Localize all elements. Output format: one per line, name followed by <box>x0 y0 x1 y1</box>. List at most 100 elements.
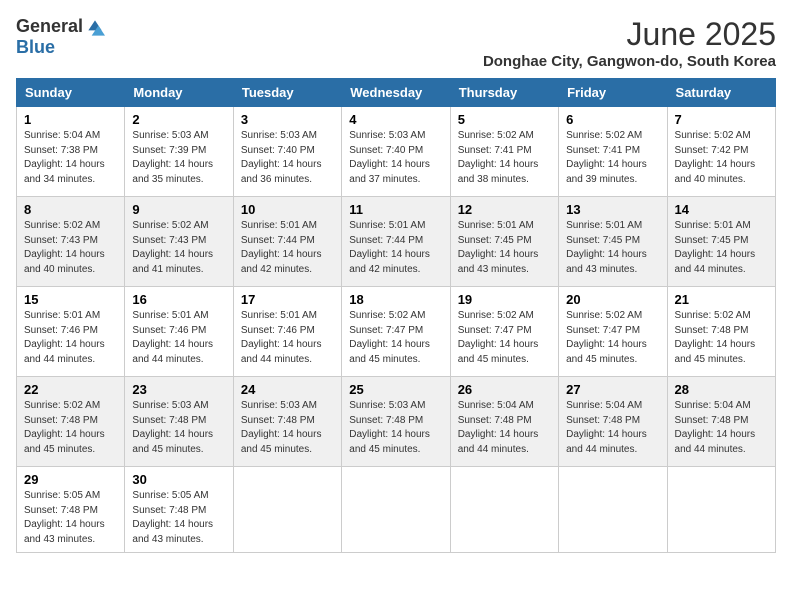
calendar-cell: 14 Sunrise: 5:01 AMSunset: 7:45 PMDaylig… <box>667 197 775 287</box>
header-wednesday: Wednesday <box>342 79 450 107</box>
day-info: Sunrise: 5:01 AMSunset: 7:45 PMDaylight:… <box>566 220 647 275</box>
calendar-header-row: SundayMondayTuesdayWednesdayThursdayFrid… <box>17 79 776 107</box>
day-info: Sunrise: 5:01 AMSunset: 7:44 PMDaylight:… <box>349 220 430 275</box>
day-info: Sunrise: 5:02 AMSunset: 7:43 PMDaylight:… <box>24 220 105 275</box>
calendar-cell: 6 Sunrise: 5:02 AMSunset: 7:41 PMDayligh… <box>559 107 667 197</box>
calendar-cell: 28 Sunrise: 5:04 AMSunset: 7:48 PMDaylig… <box>667 377 775 467</box>
day-number: 6 <box>566 112 659 127</box>
day-number: 4 <box>349 112 442 127</box>
day-number: 1 <box>24 112 117 127</box>
day-info: Sunrise: 5:02 AMSunset: 7:47 PMDaylight:… <box>458 310 539 365</box>
calendar-cell <box>342 467 450 553</box>
calendar-cell <box>667 467 775 553</box>
day-info: Sunrise: 5:01 AMSunset: 7:45 PMDaylight:… <box>675 220 756 275</box>
calendar-cell: 7 Sunrise: 5:02 AMSunset: 7:42 PMDayligh… <box>667 107 775 197</box>
day-info: Sunrise: 5:02 AMSunset: 7:42 PMDaylight:… <box>675 130 756 185</box>
calendar-cell <box>233 467 341 553</box>
logo-icon <box>85 17 105 37</box>
calendar-cell: 16 Sunrise: 5:01 AMSunset: 7:46 PMDaylig… <box>125 287 233 377</box>
day-number: 22 <box>24 382 117 397</box>
calendar-cell: 12 Sunrise: 5:01 AMSunset: 7:45 PMDaylig… <box>450 197 558 287</box>
calendar-week-5: 29 Sunrise: 5:05 AMSunset: 7:48 PMDaylig… <box>17 467 776 553</box>
calendar-cell: 11 Sunrise: 5:01 AMSunset: 7:44 PMDaylig… <box>342 197 450 287</box>
calendar-week-3: 15 Sunrise: 5:01 AMSunset: 7:46 PMDaylig… <box>17 287 776 377</box>
calendar-cell: 20 Sunrise: 5:02 AMSunset: 7:47 PMDaylig… <box>559 287 667 377</box>
day-info: Sunrise: 5:03 AMSunset: 7:48 PMDaylight:… <box>349 400 430 455</box>
day-number: 20 <box>566 292 659 307</box>
day-info: Sunrise: 5:02 AMSunset: 7:41 PMDaylight:… <box>458 130 539 185</box>
day-number: 17 <box>241 292 334 307</box>
day-info: Sunrise: 5:03 AMSunset: 7:40 PMDaylight:… <box>349 130 430 185</box>
day-number: 29 <box>24 472 117 487</box>
day-info: Sunrise: 5:01 AMSunset: 7:44 PMDaylight:… <box>241 220 322 275</box>
day-info: Sunrise: 5:02 AMSunset: 7:41 PMDaylight:… <box>566 130 647 185</box>
day-info: Sunrise: 5:04 AMSunset: 7:48 PMDaylight:… <box>566 400 647 455</box>
day-number: 2 <box>132 112 225 127</box>
day-info: Sunrise: 5:04 AMSunset: 7:38 PMDaylight:… <box>24 130 105 185</box>
header: General Blue June 2025 Donghae City, Gan… <box>16 16 776 70</box>
day-info: Sunrise: 5:05 AMSunset: 7:48 PMDaylight:… <box>132 490 213 545</box>
calendar-cell: 22 Sunrise: 5:02 AMSunset: 7:48 PMDaylig… <box>17 377 125 467</box>
day-number: 18 <box>349 292 442 307</box>
day-info: Sunrise: 5:02 AMSunset: 7:48 PMDaylight:… <box>24 400 105 455</box>
header-tuesday: Tuesday <box>233 79 341 107</box>
calendar-cell: 25 Sunrise: 5:03 AMSunset: 7:48 PMDaylig… <box>342 377 450 467</box>
calendar-cell: 1 Sunrise: 5:04 AMSunset: 7:38 PMDayligh… <box>17 107 125 197</box>
logo-blue-text: Blue <box>16 37 55 57</box>
logo-general-text: General <box>16 16 83 37</box>
day-info: Sunrise: 5:03 AMSunset: 7:39 PMDaylight:… <box>132 130 213 185</box>
header-monday: Monday <box>125 79 233 107</box>
day-info: Sunrise: 5:02 AMSunset: 7:43 PMDaylight:… <box>132 220 213 275</box>
day-number: 14 <box>675 202 768 217</box>
title-area: June 2025 Donghae City, Gangwon-do, Sout… <box>483 16 776 70</box>
day-number: 15 <box>24 292 117 307</box>
calendar-cell: 18 Sunrise: 5:02 AMSunset: 7:47 PMDaylig… <box>342 287 450 377</box>
day-number: 11 <box>349 202 442 217</box>
calendar-cell: 5 Sunrise: 5:02 AMSunset: 7:41 PMDayligh… <box>450 107 558 197</box>
day-info: Sunrise: 5:03 AMSunset: 7:48 PMDaylight:… <box>132 400 213 455</box>
day-info: Sunrise: 5:03 AMSunset: 7:48 PMDaylight:… <box>241 400 322 455</box>
header-thursday: Thursday <box>450 79 558 107</box>
calendar-cell <box>559 467 667 553</box>
calendar-cell: 2 Sunrise: 5:03 AMSunset: 7:39 PMDayligh… <box>125 107 233 197</box>
calendar-week-4: 22 Sunrise: 5:02 AMSunset: 7:48 PMDaylig… <box>17 377 776 467</box>
calendar-cell: 23 Sunrise: 5:03 AMSunset: 7:48 PMDaylig… <box>125 377 233 467</box>
day-number: 25 <box>349 382 442 397</box>
calendar-cell: 19 Sunrise: 5:02 AMSunset: 7:47 PMDaylig… <box>450 287 558 377</box>
day-info: Sunrise: 5:01 AMSunset: 7:46 PMDaylight:… <box>132 310 213 365</box>
calendar-cell <box>450 467 558 553</box>
day-number: 3 <box>241 112 334 127</box>
month-title: June 2025 <box>483 16 776 53</box>
calendar-cell: 9 Sunrise: 5:02 AMSunset: 7:43 PMDayligh… <box>125 197 233 287</box>
day-info: Sunrise: 5:01 AMSunset: 7:46 PMDaylight:… <box>24 310 105 365</box>
calendar-cell: 30 Sunrise: 5:05 AMSunset: 7:48 PMDaylig… <box>125 467 233 553</box>
calendar-cell: 26 Sunrise: 5:04 AMSunset: 7:48 PMDaylig… <box>450 377 558 467</box>
calendar-cell: 24 Sunrise: 5:03 AMSunset: 7:48 PMDaylig… <box>233 377 341 467</box>
calendar-cell: 8 Sunrise: 5:02 AMSunset: 7:43 PMDayligh… <box>17 197 125 287</box>
day-number: 12 <box>458 202 551 217</box>
calendar-cell: 10 Sunrise: 5:01 AMSunset: 7:44 PMDaylig… <box>233 197 341 287</box>
day-number: 7 <box>675 112 768 127</box>
day-number: 19 <box>458 292 551 307</box>
day-info: Sunrise: 5:04 AMSunset: 7:48 PMDaylight:… <box>675 400 756 455</box>
calendar-cell: 29 Sunrise: 5:05 AMSunset: 7:48 PMDaylig… <box>17 467 125 553</box>
day-number: 26 <box>458 382 551 397</box>
location-subtitle: Donghae City, Gangwon-do, South Korea <box>483 53 776 70</box>
calendar-cell: 27 Sunrise: 5:04 AMSunset: 7:48 PMDaylig… <box>559 377 667 467</box>
day-info: Sunrise: 5:04 AMSunset: 7:48 PMDaylight:… <box>458 400 539 455</box>
day-number: 24 <box>241 382 334 397</box>
day-number: 8 <box>24 202 117 217</box>
header-sunday: Sunday <box>17 79 125 107</box>
day-number: 30 <box>132 472 225 487</box>
day-number: 28 <box>675 382 768 397</box>
day-number: 23 <box>132 382 225 397</box>
calendar-cell: 21 Sunrise: 5:02 AMSunset: 7:48 PMDaylig… <box>667 287 775 377</box>
calendar-table: SundayMondayTuesdayWednesdayThursdayFrid… <box>16 78 776 553</box>
day-info: Sunrise: 5:01 AMSunset: 7:46 PMDaylight:… <box>241 310 322 365</box>
calendar-week-1: 1 Sunrise: 5:04 AMSunset: 7:38 PMDayligh… <box>17 107 776 197</box>
day-number: 27 <box>566 382 659 397</box>
calendar-cell: 15 Sunrise: 5:01 AMSunset: 7:46 PMDaylig… <box>17 287 125 377</box>
header-saturday: Saturday <box>667 79 775 107</box>
calendar-cell: 4 Sunrise: 5:03 AMSunset: 7:40 PMDayligh… <box>342 107 450 197</box>
day-info: Sunrise: 5:02 AMSunset: 7:48 PMDaylight:… <box>675 310 756 365</box>
